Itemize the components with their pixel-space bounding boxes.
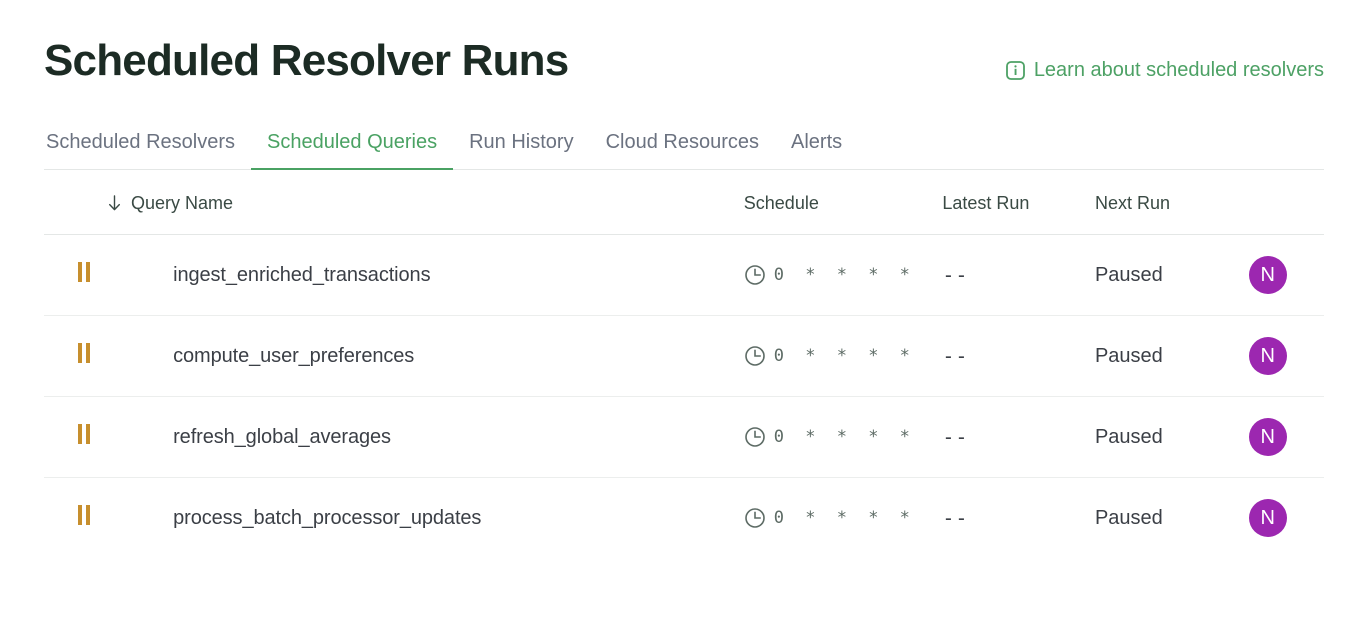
query-name-cell[interactable]: refresh_global_averages: [109, 396, 730, 478]
tab-scheduled-queries[interactable]: Scheduled Queries: [251, 130, 454, 170]
next-run-cell: Paused: [1094, 507, 1163, 529]
schedule-cron-value: 0 * * * *: [773, 346, 916, 366]
query-name-cell[interactable]: process_batch_processor_updates: [109, 478, 730, 559]
table-header-row: Query Name Schedule Latest Run Next Run: [44, 170, 1324, 235]
tab-cloud-resources[interactable]: Cloud Resources: [590, 130, 775, 170]
learn-about-scheduled-resolvers-link[interactable]: Learn about scheduled resolvers: [1005, 58, 1324, 86]
table-header: Query Name Schedule Latest Run Next Run: [44, 170, 1324, 235]
schedule-cron-value: 0 * * * *: [773, 265, 916, 285]
avatar[interactable]: N: [1248, 337, 1287, 375]
row-action-cell: [44, 315, 110, 397]
table-body: ingest_enriched_transactions 0 * * * * -…: [44, 234, 1324, 559]
schedule-cell: 0 * * * *: [730, 478, 939, 559]
schedule-cell: 0 * * * *: [729, 396, 939, 478]
column-header-query-name-label: Query Name: [131, 193, 234, 213]
info-icon: [1005, 60, 1025, 80]
pause-icon[interactable]: [78, 423, 90, 444]
latest-run-cell: --: [938, 396, 1091, 478]
table-row: compute_user_preferences 0 * * * * -- Pa…: [44, 315, 1324, 397]
column-header-latest-run[interactable]: Latest Run: [938, 170, 1091, 235]
owner-cell: N: [1248, 315, 1324, 397]
clock-icon: [744, 345, 766, 367]
next-run-cell: Paused: [1090, 234, 1249, 316]
latest-run-cell: --: [942, 506, 969, 530]
table-row: refresh_global_averages 0 * * * * -- Pau…: [44, 396, 1324, 478]
column-header-schedule[interactable]: Schedule: [729, 170, 939, 235]
tab-alerts[interactable]: Alerts: [775, 130, 858, 170]
scheduled-queries-table: Query Name Schedule Latest Run Next Run …: [44, 170, 1324, 558]
schedule-cell: 0 * * * *: [729, 315, 939, 397]
owner-cell: N: [1248, 234, 1324, 316]
clock-icon: [744, 507, 766, 529]
latest-run-cell: --: [938, 234, 1091, 316]
pause-icon[interactable]: [78, 342, 90, 363]
avatar[interactable]: N: [1248, 256, 1287, 294]
row-action-cell: [44, 478, 109, 559]
next-run-cell: Paused: [1090, 315, 1249, 397]
schedule-cron-value: 0 * * * *: [773, 427, 916, 447]
owner-cell: N: [1248, 396, 1324, 478]
owner-cell: N: [1248, 478, 1324, 559]
clock-icon: [744, 264, 766, 286]
query-name-cell[interactable]: ingest_enriched_transactions: [109, 234, 730, 316]
schedule-cell: 0 * * * *: [729, 234, 939, 316]
avatar[interactable]: N: [1248, 418, 1287, 456]
pause-icon[interactable]: [78, 504, 90, 525]
page-header: Scheduled Resolver Runs Learn about sche…: [44, 0, 1324, 86]
row-action-cell: [44, 396, 110, 478]
avatar[interactable]: N: [1248, 499, 1287, 537]
tab-run-history[interactable]: Run History: [453, 130, 589, 170]
table-row: process_batch_processor_updates 0 * * * …: [44, 478, 1324, 559]
clock-icon: [744, 426, 766, 448]
learn-link-label: Learn about scheduled resolvers: [1033, 59, 1324, 81]
pause-icon[interactable]: [78, 261, 90, 282]
query-name-cell[interactable]: compute_user_preferences: [109, 315, 730, 397]
scheduled-resolver-runs-page: Scheduled Resolver Runs Learn about sche…: [0, 0, 1368, 620]
column-header-next-run[interactable]: Next Run: [1090, 170, 1249, 235]
latest-run-cell: --: [938, 315, 1091, 397]
arrow-down-icon: [108, 194, 121, 212]
column-header-query-name[interactable]: Query Name: [44, 170, 730, 235]
next-run-cell: Paused: [1090, 396, 1249, 478]
row-action-cell: [44, 234, 110, 316]
page-title: Scheduled Resolver Runs: [44, 36, 569, 85]
table-row: ingest_enriched_transactions 0 * * * * -…: [44, 234, 1324, 316]
column-header-owner: [1248, 170, 1324, 235]
tab-bar: Scheduled Resolvers Scheduled Queries Ru…: [44, 120, 1324, 170]
schedule-cron-value: 0 * * * *: [773, 508, 916, 528]
tab-scheduled-resolvers[interactable]: Scheduled Resolvers: [44, 130, 251, 170]
